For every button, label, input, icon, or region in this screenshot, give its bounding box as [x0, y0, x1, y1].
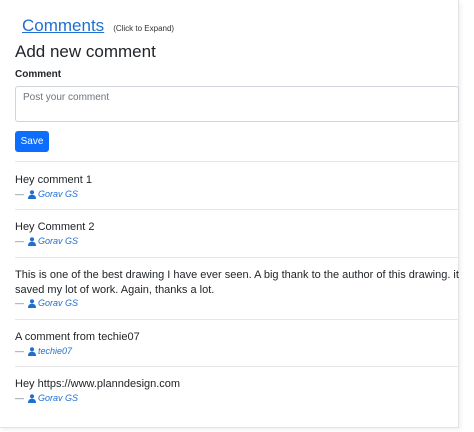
author-dash: — — [15, 298, 24, 308]
comment-field-label: Comment — [15, 69, 62, 80]
comment-author-line: — Gorav GS — [15, 298, 459, 308]
comments-header: Comments (Click to Expand) — [22, 16, 174, 36]
comment-author[interactable]: Gorav GS — [38, 189, 78, 199]
user-icon — [28, 393, 36, 403]
comment-author[interactable]: techie07 — [38, 346, 72, 356]
comment-author-line: — Gorav GS — [15, 393, 459, 403]
comment-text: This is one of the best drawing I have e… — [15, 269, 459, 296]
comment-item: A comment from techie07 — techie07 — [15, 319, 459, 366]
comment-author[interactable]: Gorav GS — [38, 298, 78, 308]
author-dash: — — [15, 236, 24, 246]
comment-author[interactable]: Gorav GS — [38, 236, 78, 246]
author-dash: — — [15, 189, 24, 199]
user-icon — [28, 189, 36, 199]
add-comment-title: Add new comment — [15, 42, 156, 61]
comment-textarea[interactable] — [15, 86, 459, 122]
author-dash: — — [15, 346, 24, 356]
comment-list: Hey comment 1 — Gorav GS Hey Comment 2 —… — [15, 161, 459, 414]
comments-toggle-link[interactable]: Comments — [22, 16, 104, 36]
comment-text: Hey comment 1 — [15, 174, 93, 186]
user-icon — [28, 236, 36, 246]
author-dash: — — [15, 393, 24, 403]
comment-text: Hey https://www.planndesign.com — [15, 378, 181, 390]
comments-panel: Comments (Click to Expand) Add new comme… — [0, 0, 459, 428]
comment-item: Hey https://www.planndesign.com — Gorav … — [15, 366, 459, 414]
comment-text: A comment from techie07 — [15, 331, 140, 343]
comment-item: Hey comment 1 — Gorav GS — [15, 161, 459, 209]
expand-hint: (Click to Expand) — [113, 24, 175, 33]
user-icon — [28, 346, 36, 356]
save-button[interactable]: Save — [15, 131, 49, 152]
comment-item: Hey Comment 2 — Gorav GS — [15, 209, 459, 257]
comment-author-line: — Gorav GS — [15, 236, 459, 246]
comment-author-line: — Gorav GS — [15, 189, 459, 199]
user-icon — [28, 298, 36, 308]
comment-author[interactable]: Gorav GS — [38, 393, 78, 403]
comment-text: Hey Comment 2 — [15, 221, 95, 233]
comment-author-line: — techie07 — [15, 346, 459, 356]
comment-item: This is one of the best drawing I have e… — [15, 257, 459, 319]
